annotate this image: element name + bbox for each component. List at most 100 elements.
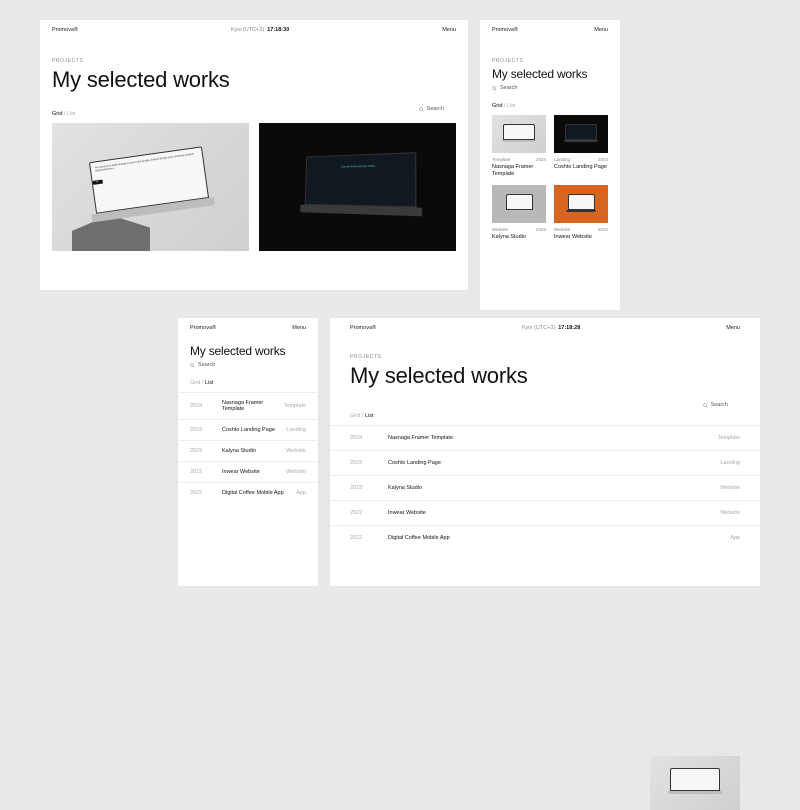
panel-mobile-grid: Promova® Menu PROJECTS My selected works… <box>480 20 620 310</box>
search-icon <box>419 107 424 112</box>
search[interactable]: Search <box>178 358 318 368</box>
row-category: Landing <box>720 460 740 466</box>
row-year: 2022 <box>350 510 382 516</box>
timezone-clock: Kyiv (UTC+3) 17:18:28 <box>522 325 580 331</box>
project-cards: ··· Template2024 Nasnaga Framer Template… <box>480 115 620 241</box>
menu-button[interactable]: Menu <box>726 325 740 331</box>
card-category: Landing <box>554 157 570 162</box>
card-category: Website <box>554 227 570 232</box>
panel-desktop-list: Promova® Kyiv (UTC+3) 17:18:28 Menu PROJ… <box>330 318 760 586</box>
row-name: Nasnaga Framer Template <box>382 435 718 441</box>
view-toggle: Grid / List <box>178 368 318 392</box>
row-name: Inwear Website <box>382 510 720 516</box>
row-year: 2024 <box>350 435 382 441</box>
row-year: 2022 <box>190 490 216 496</box>
project-card[interactable]: Landing 2023 Coshto Landing Page <box>554 115 608 177</box>
search[interactable]: Search <box>407 102 456 112</box>
row-category: Website <box>286 448 306 454</box>
project-list: 2024Nasnaga Framer TemplateTemplate 2023… <box>330 425 760 550</box>
project-card[interactable]: Website 2023 Kalyna Studio <box>492 185 546 241</box>
card-category: Website <box>492 227 508 232</box>
row-year: 2023 <box>350 485 382 491</box>
project-thumbnails: We research & build strategy & and creat… <box>40 123 468 251</box>
view-toggle: Grid / List <box>40 93 468 123</box>
row-category: Landing <box>286 427 306 433</box>
row-year: 2022 <box>350 535 382 541</box>
view-list[interactable]: List <box>507 103 516 109</box>
view-list[interactable]: List <box>67 111 76 117</box>
view-list[interactable]: List <box>365 413 374 419</box>
search-label: Search <box>198 362 215 368</box>
menu-button[interactable]: Menu <box>292 325 306 331</box>
row-name: Digital Coffee Mobile App <box>216 490 296 496</box>
list-item[interactable]: 2022Inwear WebsiteWebsite <box>178 461 318 482</box>
page-title: My selected works <box>178 338 318 358</box>
search-icon <box>703 403 708 408</box>
view-grid[interactable]: Grid <box>52 111 62 117</box>
row-name: Coshto Landing Page <box>382 460 720 466</box>
card-name: Coshto Landing Page <box>554 164 608 171</box>
view-list[interactable]: List <box>205 380 214 386</box>
row-name: Kalyna Studio <box>382 485 720 491</box>
list-item[interactable]: 2024Nasnaga Framer TemplateTemplate <box>330 425 760 450</box>
card-year: 2023 <box>536 227 546 232</box>
search-label: Search <box>427 106 444 112</box>
project-card[interactable]: ··· Template2024 Nasnaga Framer Template <box>492 115 546 177</box>
row-name: Digital Coffee Mobile App <box>382 535 730 541</box>
search-label: Search <box>500 85 517 91</box>
panel-desktop-grid: Promova® Kyiv (UTC+3) 17:18:30 Menu PROJ… <box>40 20 468 290</box>
row-year: 2022 <box>190 469 216 475</box>
row-name: Inwear Website <box>216 469 286 475</box>
list-item[interactable]: 2022Digital Coffee Mobile AppApp <box>178 482 318 503</box>
project-thumb[interactable]: We research & build strategy & and creat… <box>52 123 249 251</box>
card-year: 2024 <box>536 157 546 162</box>
row-name: Kalyna Studio <box>216 448 286 454</box>
row-category: Template <box>284 403 306 409</box>
row-year: 2023 <box>190 448 216 454</box>
menu-button[interactable]: Menu <box>594 27 608 33</box>
card-year: 2022 <box>598 227 608 232</box>
row-year: 2023 <box>190 427 216 433</box>
card-name: Kalyna Studio <box>492 234 546 241</box>
view-toggle: Grid / List <box>480 91 620 115</box>
list-item[interactable]: 2022Digital Coffee Mobile AppApp <box>330 525 760 550</box>
search[interactable]: Search <box>480 81 620 91</box>
row-category: App <box>296 490 306 496</box>
view-grid[interactable]: Grid <box>492 103 502 109</box>
card-year: 2023 <box>598 157 608 162</box>
row-name: Nasnaga Framer Template <box>216 400 284 412</box>
view-grid[interactable]: Grid <box>190 380 200 386</box>
list-item[interactable]: 2023Coshto Landing PageLanding <box>330 450 760 475</box>
search-label: Search <box>711 402 728 408</box>
page-title: My selected works <box>480 64 620 81</box>
row-year: 2023 <box>350 460 382 466</box>
project-list: 2024Nasnaga Framer TemplateTemplate 2023… <box>178 392 318 503</box>
brand[interactable]: Promova® <box>52 27 78 33</box>
row-category: Website <box>286 469 306 475</box>
search-icon <box>190 363 195 368</box>
project-card[interactable]: Website2022 Inwear Website <box>554 185 608 241</box>
header: Promova® Kyiv (UTC+3) 17:18:28 Menu <box>330 318 760 338</box>
row-category: Template <box>718 435 740 441</box>
list-item[interactable]: 2023Coshto Landing PageLanding <box>178 419 318 440</box>
search[interactable]: Search <box>691 398 740 408</box>
list-item[interactable]: 2024Nasnaga Framer TemplateTemplate <box>178 392 318 419</box>
brand[interactable]: Promova® <box>492 27 518 33</box>
card-name: Nasnaga Framer Template <box>492 164 546 177</box>
page-title: My selected works <box>330 360 760 389</box>
page-title: My selected works <box>40 64 468 93</box>
menu-button[interactable]: Menu <box>442 27 456 33</box>
hover-preview-thumb: ··· <box>650 756 740 810</box>
view-grid[interactable]: Grid <box>350 413 360 419</box>
timezone-clock: Kyiv (UTC+3) 17:18:30 <box>231 27 289 33</box>
list-item[interactable]: 2023Kalyna StudioWebsite <box>330 475 760 500</box>
list-item[interactable]: 2023Kalyna StudioWebsite <box>178 440 318 461</box>
project-thumb[interactable]: Grow the brand and your match <box>259 123 456 251</box>
panel-mobile-list: Promova® Menu My selected works Search G… <box>178 318 318 586</box>
card-category: Template <box>492 157 510 162</box>
brand[interactable]: Promova® <box>350 325 376 331</box>
brand[interactable]: Promova® <box>190 325 216 331</box>
list-item[interactable]: 2022Inwear WebsiteWebsite <box>330 500 760 525</box>
row-category: App <box>730 535 740 541</box>
row-category: Website <box>720 485 740 491</box>
